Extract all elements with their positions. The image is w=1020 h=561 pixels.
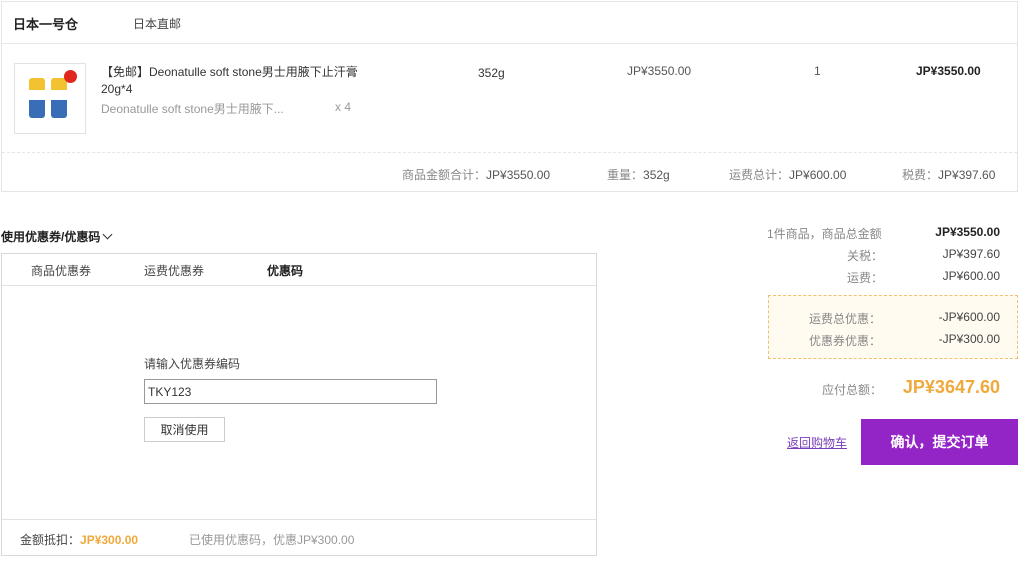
warehouse-header: 日本一号仓 日本直邮 — [2, 2, 1017, 44]
chevron-down-icon — [102, 229, 113, 240]
coupon-discount-value: -JP¥300.00 — [938, 332, 1000, 346]
cancel-coupon-button[interactable]: 取消使用 — [144, 417, 225, 442]
warehouse-type: 日本直邮 — [133, 17, 182, 31]
items-total-label: 1件商品，商品总金额 — [767, 227, 882, 241]
product-package-image — [29, 78, 45, 118]
total-weight: 重量：352g — [607, 168, 670, 182]
shipping-total: 运费总计：JP¥600.00 — [729, 168, 847, 182]
coupon-toggle-label: 使用优惠券/优惠码 — [1, 230, 101, 244]
submit-order-button[interactable]: 确认，提交订单 — [861, 419, 1018, 465]
product-pack-count: x 4 — [335, 100, 352, 114]
items-total-value: JP¥3550.00 — [935, 225, 1000, 239]
discount-box — [768, 295, 1018, 359]
coupon-deduction: 金额抵扣：JP¥300.00 — [20, 533, 139, 547]
promo-badge-icon — [64, 70, 77, 83]
warehouse-name: 日本一号仓 — [13, 17, 79, 32]
tab-shipping-coupon[interactable]: 运费优惠券 — [144, 262, 204, 279]
product-subtitle: Deonatulle soft stone男士用腋下... — [101, 102, 284, 116]
product-title[interactable]: 【免邮】Deonatulle soft stone男士用腋下止汗膏 20g*4 — [101, 64, 363, 98]
coupon-panel: 商品优惠券 运费优惠券 优惠码 请输入优惠券编码 取消使用 金额抵扣：JP¥30… — [1, 253, 597, 556]
shipping-discount-value: -JP¥600.00 — [938, 310, 1000, 324]
goods-total: 商品金额合计：JP¥3550.00 — [402, 168, 551, 182]
payable-amount: JP¥3647.60 — [902, 377, 1000, 397]
tab-promo-code[interactable]: 优惠码 — [267, 262, 303, 279]
warehouse-order-box: 日本一号仓 日本直邮 【免邮】Deonatulle soft stone男士用腋… — [1, 1, 1018, 192]
coupon-used-note: 已使用优惠码，优惠JP¥300.00 — [189, 533, 355, 547]
tab-product-coupon[interactable]: 商品优惠券 — [31, 262, 91, 279]
product-row: 【免邮】Deonatulle soft stone男士用腋下止汗膏 20g*4 … — [2, 44, 1017, 153]
coupon-discount-label: 优惠券优惠： — [809, 334, 882, 348]
back-to-cart-link[interactable]: 返回购物车 — [787, 434, 847, 451]
order-summary-row: 商品金额合计：JP¥3550.00 重量：352g 运费总计：JP¥600.00… — [2, 153, 1017, 191]
coupon-footer: 金额抵扣：JP¥300.00 已使用优惠码，优惠JP¥300.00 — [2, 519, 596, 555]
product-package-image — [51, 78, 67, 118]
tax-total: 税费：JP¥397.60 — [902, 168, 996, 182]
product-quantity: 1 — [814, 64, 821, 78]
promo-code-label: 请输入优惠券编码 — [144, 357, 241, 371]
product-thumbnail[interactable] — [14, 63, 86, 134]
promo-code-input[interactable] — [144, 379, 437, 404]
payable-label: 应付总额： — [822, 383, 883, 397]
shipping-label: 运费： — [847, 271, 884, 285]
duty-value: JP¥397.60 — [942, 247, 1000, 261]
duty-label: 关税： — [847, 249, 884, 263]
coupon-toggle[interactable]: 使用优惠券/优惠码 — [1, 228, 113, 245]
shipping-value: JP¥600.00 — [942, 269, 1000, 283]
product-unit-price: JP¥3550.00 — [627, 64, 692, 78]
product-weight: 352g — [478, 66, 505, 80]
coupon-tabs: 商品优惠券 运费优惠券 优惠码 — [2, 254, 596, 286]
product-line-total: JP¥3550.00 — [916, 64, 981, 78]
shipping-discount-label: 运费总优惠： — [809, 312, 882, 326]
